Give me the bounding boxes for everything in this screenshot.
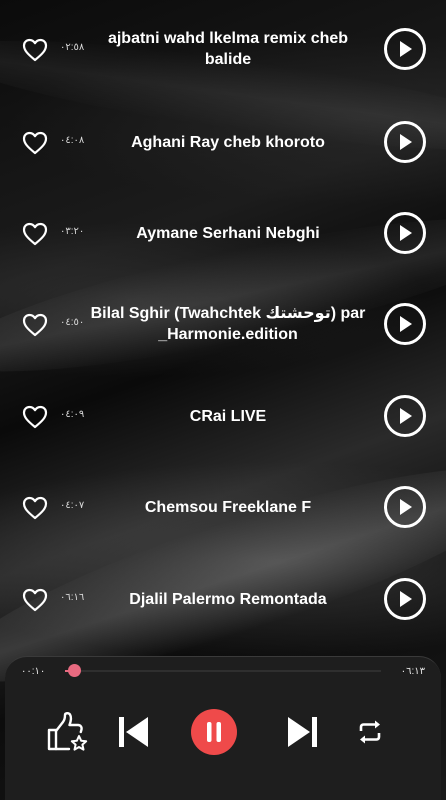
heart-icon[interactable] <box>22 588 48 612</box>
song-row[interactable]: ٠٤:٥٠ Bilal Sghir (Twahchtek توحشتك) par… <box>0 289 446 359</box>
song-duration: ٠٤:٥٠ <box>60 317 85 328</box>
seek-bar[interactable] <box>65 664 381 677</box>
heart-icon[interactable] <box>22 131 48 155</box>
seek-thumb[interactable] <box>68 664 82 677</box>
play-button[interactable] <box>384 303 426 345</box>
song-title[interactable]: Djalil Palermo Remontada <box>86 564 370 634</box>
play-button[interactable] <box>384 578 426 620</box>
previous-track-button[interactable] <box>108 707 158 757</box>
heart-icon[interactable] <box>22 222 48 246</box>
time-total: ٠٦:١٣ <box>400 666 425 677</box>
time-elapsed: ٠٠:١٠ <box>21 666 46 677</box>
play-icon <box>400 41 412 57</box>
song-row[interactable]: ٠٣:٢٠ Aymane Serhani Nebghi <box>0 198 446 268</box>
song-duration: ٠٢:٥٨ <box>60 42 85 53</box>
play-icon <box>400 408 412 424</box>
play-button[interactable] <box>384 212 426 254</box>
repeat-icon <box>359 720 381 744</box>
thumbs-up-star-button[interactable] <box>43 707 93 757</box>
play-button[interactable] <box>384 395 426 437</box>
song-row[interactable]: ٠٦:١٦ Djalil Palermo Remontada <box>0 564 446 634</box>
now-playing-bar: ٠٠:١٠ ٠٦:١٣ <box>5 656 441 800</box>
heart-icon[interactable] <box>22 313 48 337</box>
music-player-screen: ٠٢:٥٨ ajbatni wahd lkelma remix cheb bal… <box>0 0 446 800</box>
song-title[interactable]: Chemsou Freeklane F <box>86 472 370 542</box>
song-title[interactable]: Aghani Ray cheb khoroto <box>86 107 370 177</box>
play-icon <box>400 499 412 515</box>
song-row[interactable]: ٠٢:٥٨ ajbatni wahd lkelma remix cheb bal… <box>0 14 446 84</box>
song-duration: ٠٤:٠٩ <box>60 409 85 420</box>
song-title[interactable]: CRai LIVE <box>86 381 370 451</box>
song-duration: ٠٤:٠٨ <box>60 135 85 146</box>
song-row[interactable]: ٠٤:٠٨ Aghani Ray cheb khoroto <box>0 107 446 177</box>
play-button[interactable] <box>384 486 426 528</box>
song-duration: ٠٦:١٦ <box>60 592 85 603</box>
song-duration: ٠٤:٠٧ <box>60 500 85 511</box>
skip-previous-icon <box>119 717 148 747</box>
song-title[interactable]: Bilal Sghir (Twahchtek توحشتك) par _Harm… <box>86 289 370 359</box>
play-icon <box>400 225 412 241</box>
pause-button[interactable] <box>191 709 237 755</box>
skip-next-icon <box>288 717 317 747</box>
next-track-button[interactable] <box>278 707 328 757</box>
play-icon <box>400 134 412 150</box>
play-icon <box>400 591 412 607</box>
thumbs-up-star-icon <box>47 712 88 751</box>
pause-icon <box>207 722 221 742</box>
play-button[interactable] <box>384 28 426 70</box>
heart-icon[interactable] <box>22 405 48 429</box>
song-title[interactable]: Aymane Serhani Nebghi <box>86 198 370 268</box>
play-button[interactable] <box>384 121 426 163</box>
repeat-button[interactable] <box>345 707 395 757</box>
heart-icon[interactable] <box>22 38 48 62</box>
song-title[interactable]: ajbatni wahd lkelma remix cheb balide <box>86 14 370 84</box>
play-icon <box>400 316 412 332</box>
heart-icon[interactable] <box>22 496 48 520</box>
song-duration: ٠٣:٢٠ <box>60 226 85 237</box>
song-row[interactable]: ٠٤:٠٩ CRai LIVE <box>0 381 446 451</box>
song-row[interactable]: ٠٤:٠٧ Chemsou Freeklane F <box>0 472 446 542</box>
